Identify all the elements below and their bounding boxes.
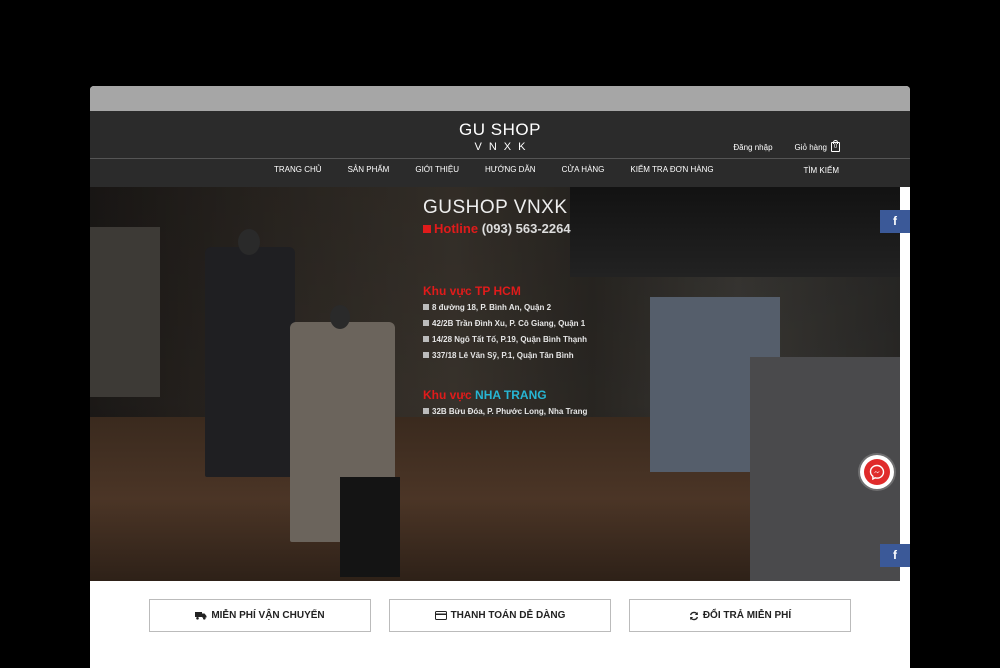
messenger-icon [864,459,890,485]
address-item: 32B Bửu Đóa, P. Phước Long, Nha Trang [423,406,587,418]
region-prefix: Khu vực [423,388,472,402]
mannequin-head-2 [330,305,350,329]
feature-label: MIỄN PHÍ VẬN CHUYỂN [211,610,325,621]
browser-top-bar [90,86,910,111]
store-ceiling [570,187,900,277]
shopping-bag-icon: 0 [831,140,840,152]
facebook-icon[interactable]: f [880,544,910,567]
bullet-icon [423,320,429,326]
store-info: GUSHOP VNXK Hotline (093) 563-2264 Khu v… [423,197,587,418]
cart-label: Giỏ hàng [794,142,827,152]
header-divider [90,158,910,159]
hotline[interactable]: Hotline (093) 563-2264 [423,221,587,236]
phone-icon [423,225,431,233]
feature-bar: MIỄN PHÍ VẬN CHUYỂN THANH TOÁN DỄ DÀNG Đ… [149,599,851,632]
refresh-icon [689,611,698,620]
hotline-label: Hotline [434,221,479,236]
search-link[interactable]: TÌM KIẾM [803,166,839,175]
messenger-bolt [869,464,885,480]
logo-title: GU SHOP [459,120,541,139]
nav-item-about[interactable]: GIỚI THIỆU [415,165,459,174]
address-item: 42/2B Trần Đình Xu, P. Cô Giang, Quận 1 [423,318,587,330]
clothing-rack-left [90,227,160,397]
address-text: 14/28 Ngô Tất Tố, P.19, Quận Bình Thạnh [432,335,587,344]
header-account-links: Đăng nhập Giỏ hàng 0 [733,140,840,152]
main-nav: TRANG CHỦ SẢN PHẨM GIỚI THIỆU HƯỚNG DẪN … [274,165,714,174]
free-return-button[interactable]: ĐỔI TRẢ MIỄN PHÍ [629,599,851,632]
feature-label: THANH TOÁN DỄ DÀNG [450,610,566,621]
site-header: GU SHOP VNXK Đăng nhập Giỏ hàng 0 TRANG … [90,111,910,187]
nav-item-products[interactable]: SẢN PHẨM [348,165,390,174]
bullet-icon [423,352,429,358]
region-prefix: Khu vực [423,284,472,298]
display-stool [340,477,400,577]
region-city: TP HCM [475,284,521,298]
region-nha-trang: Khu vực NHA TRANG [423,388,587,402]
address-text: 42/2B Trần Đình Xu, P. Cô Giang, Quận 1 [432,319,586,328]
region-city: NHA TRANG [475,388,547,402]
truck-icon [195,612,207,620]
hero-banner: GUSHOP VNXK Hotline (093) 563-2264 Khu v… [90,187,900,581]
address-text: 337/18 Lê Văn Sỹ, P.1, Quận Tân Bình [432,351,574,360]
address-item: 14/28 Ngô Tất Tố, P.19, Quận Bình Thạnh [423,334,587,346]
facebook-icon[interactable]: f [880,210,910,233]
nav-item-guide[interactable]: HƯỚNG DẪN [485,165,536,174]
login-link[interactable]: Đăng nhập [733,143,772,152]
bullet-icon [423,304,429,310]
mannequin-head [238,229,260,255]
address-item: 337/18 Lê Văn Sỹ, P.1, Quận Tân Bình [423,350,587,362]
nav-item-order-check[interactable]: KIỂM TRA ĐƠN HÀNG [630,165,713,174]
free-shipping-button[interactable]: MIỄN PHÍ VẬN CHUYỂN [149,599,371,632]
hero-title: GUSHOP VNXK [423,197,568,218]
messenger-button[interactable] [860,455,894,489]
cart-link[interactable]: Giỏ hàng 0 [794,140,840,152]
mannequin-coat [205,247,295,477]
bullet-icon [423,408,429,414]
address-text: 32B Bửu Đóa, P. Phước Long, Nha Trang [432,407,588,416]
nav-item-stores[interactable]: CỬA HÀNG [562,165,605,174]
easy-payment-button[interactable]: THANH TOÁN DỄ DÀNG [389,599,611,632]
address-text: 8 đường 18, P. Bình An, Quận 2 [432,303,552,312]
feature-label: ĐỔI TRẢ MIỄN PHÍ [702,610,792,621]
hotline-number: (093) 563-2264 [481,221,571,236]
credit-card-icon [434,611,447,620]
bullet-icon [423,336,429,342]
address-item: 8 đường 18, P. Bình An, Quận 2 [423,302,587,314]
nav-item-home[interactable]: TRANG CHỦ [274,165,322,174]
region-hcm: Khu vực TP HCM [423,284,587,298]
page-frame: GU SHOP VNXK Đăng nhập Giỏ hàng 0 TRANG … [90,86,910,668]
